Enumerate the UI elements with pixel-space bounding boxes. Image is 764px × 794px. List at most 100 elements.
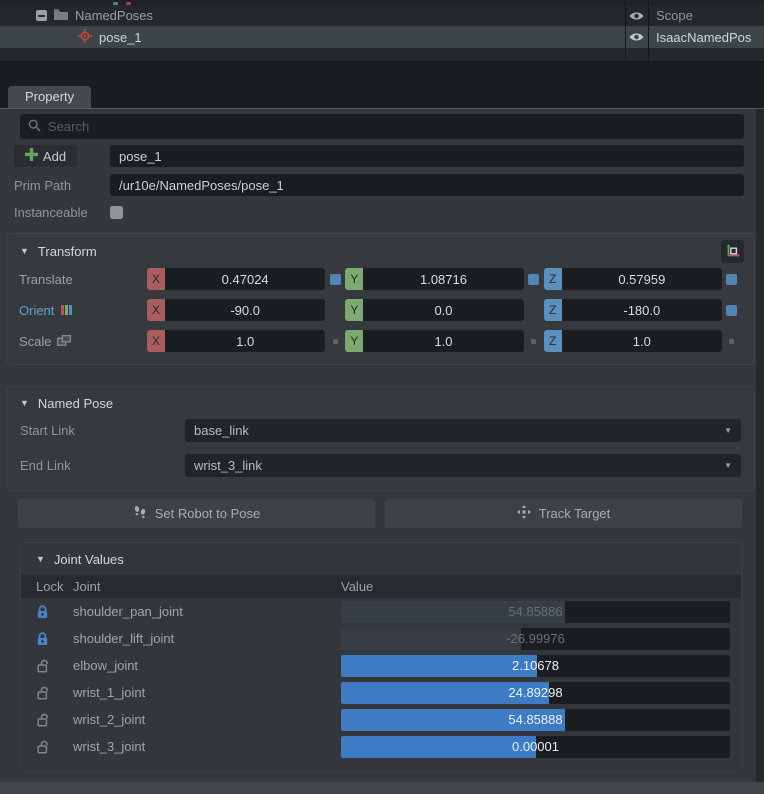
joint-name: elbow_joint [73,658,341,673]
collapse-arrow-icon[interactable]: ▼ [20,398,29,408]
joint-value-slider[interactable]: 24.89298 [341,682,730,704]
value-column-header: Value [341,579,741,594]
start-link-label: Start Link [20,423,185,438]
channel-link-square[interactable] [726,274,737,285]
translate-row: Translate X 0.47024 Y 1.08716 Z 0.57959 [7,268,754,290]
lock-open-icon[interactable] [36,686,73,700]
tab-property[interactable]: Property [8,86,91,108]
instanceable-checkbox[interactable] [110,206,123,219]
joint-row: shoulder_lift_joint -26.99976 [21,625,741,652]
joint-row: wrist_3_joint 0.00001 [21,733,741,760]
joint-value-slider[interactable]: -26.99976 [341,628,730,650]
add-button-label: Add [43,149,66,164]
joint-name: wrist_2_joint [73,712,341,727]
add-button[interactable]: Add [14,145,77,167]
end-link-dropdown[interactable]: wrist_3_link ▼ [185,454,741,477]
start-link-value: base_link [194,423,724,438]
named-pose-title: Named Pose [38,396,113,411]
tree-item-label: NamedPoses [75,8,153,23]
scale-x-field[interactable]: 1.0 [165,330,325,352]
chevron-down-icon: ▼ [724,426,732,435]
joint-value: 0.00001 [341,736,730,758]
joint-value-slider[interactable]: 0.00001 [341,736,730,758]
joint-value: -26.99976 [341,628,730,650]
joint-value-slider[interactable]: 54.85886 [341,601,730,623]
orient-x-field[interactable]: -90.0 [165,299,325,321]
scale-y-field[interactable]: 1.0 [363,330,523,352]
orient-label-text: Orient [19,303,54,318]
scale-row: Scale X 1.0 Y 1.0 Z 1.0 [7,330,754,352]
lock-closed-icon[interactable] [36,632,73,646]
scale-link-icon[interactable] [57,334,71,349]
column-divider [648,0,649,61]
transform-axes-button[interactable] [721,240,744,263]
joint-value: 54.85888 [341,709,730,731]
joint-row: wrist_2_joint 54.85888 [21,706,741,733]
joint-name: wrist_3_joint [73,739,341,754]
set-robot-button-label: Set Robot to Pose [155,506,261,521]
orient-row: Orient X -90.0 Y 0.0 Z -180.0 [7,299,754,321]
collapse-toggle-icon[interactable] [36,10,47,21]
visibility-eye-icon[interactable] [625,32,648,42]
property-panel: Add Prim Path Instanceable ▼ Transform [0,108,764,782]
joint-table-header: Lock Joint Value [21,575,741,598]
tree-row-pose1[interactable]: pose_1 IsaacNamedPos [0,26,764,48]
axis-x-badge: X [147,330,165,352]
tree-row-namedposes[interactable]: NamedPoses Scope [0,5,764,26]
axis-z-badge: Z [544,299,562,321]
start-link-dropdown[interactable]: base_link ▼ [185,419,741,442]
lock-open-icon[interactable] [36,713,73,727]
joint-value-slider[interactable]: 54.85888 [341,709,730,731]
orient-z-field[interactable]: -180.0 [562,299,722,321]
joint-value: 54.85886 [341,601,730,623]
search-input[interactable] [48,119,736,134]
orient-label[interactable]: Orient [19,303,147,318]
channel-link-square[interactable] [330,274,341,285]
translate-label: Translate [19,272,147,287]
axis-y-badge: Y [345,268,363,290]
prim-path-label: Prim Path [14,178,110,193]
joint-row: elbow_joint 2.10678 [21,652,741,679]
channel-dot [333,339,338,344]
joint-value: 24.89298 [341,682,730,704]
joint-column-header: Joint [73,579,341,594]
transform-title: Transform [38,244,97,259]
joint-name: shoulder_lift_joint [73,631,341,646]
collapse-arrow-icon[interactable]: ▼ [20,246,29,256]
axis-z-badge: Z [544,330,562,352]
rotation-order-icon [61,305,72,315]
orient-y-field[interactable]: 0.0 [363,299,523,321]
joint-value: 2.10678 [341,655,730,677]
translate-y-field[interactable]: 1.08716 [363,268,523,290]
axis-x-badge: X [147,299,165,321]
scrollbar-track[interactable] [756,109,764,782]
translate-x-field[interactable]: 0.47024 [165,268,325,290]
visibility-eye-icon[interactable] [625,11,648,21]
joint-value-slider[interactable]: 2.10678 [341,655,730,677]
channel-link-square[interactable] [726,305,737,316]
folder-icon [54,8,68,23]
scale-label-text: Scale [19,334,52,349]
lock-closed-icon[interactable] [36,605,73,619]
pose-target-icon [78,29,92,46]
lock-open-icon[interactable] [36,659,73,673]
chevron-down-icon: ▼ [724,461,732,470]
channel-dot [729,339,734,344]
move-target-icon [517,505,531,522]
channel-link-square[interactable] [528,274,539,285]
set-robot-to-pose-button[interactable]: Set Robot to Pose [18,499,375,528]
translate-z-field[interactable]: 0.57959 [562,268,722,290]
scale-z-field[interactable]: 1.0 [562,330,722,352]
axis-z-badge: Z [544,268,562,290]
joint-values-title: Joint Values [54,552,124,567]
search-icon [28,119,41,135]
track-target-button[interactable]: Track Target [385,499,742,528]
collapse-arrow-icon[interactable]: ▼ [36,554,45,564]
end-link-value: wrist_3_link [194,458,724,473]
lock-open-icon[interactable] [36,740,73,754]
plus-icon [25,148,38,164]
joint-name: shoulder_pan_joint [73,604,341,619]
pose-name-field[interactable] [110,145,744,167]
prim-path-field[interactable] [110,174,744,196]
joint-row: shoulder_pan_joint 54.85886 [21,598,741,625]
